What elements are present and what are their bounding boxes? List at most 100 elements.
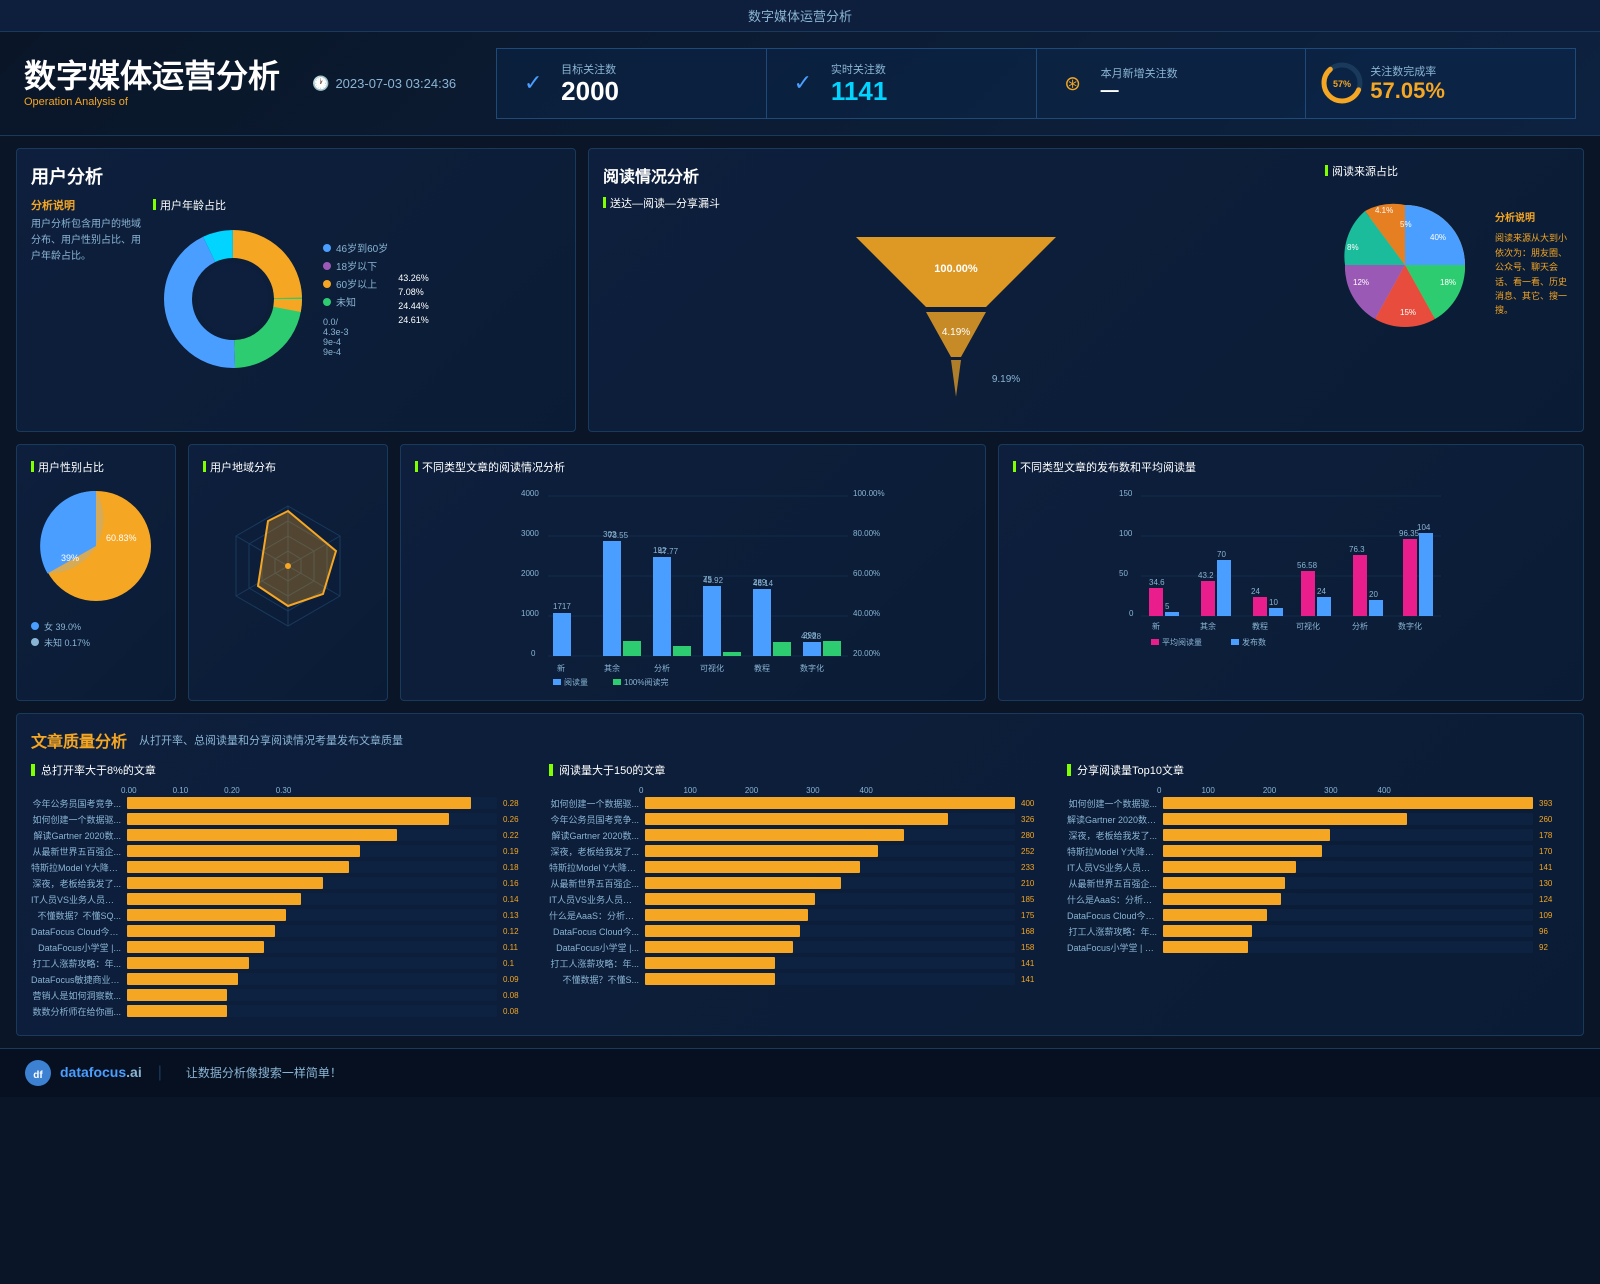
footer-logo: df datafocus.ai [24,1059,142,1087]
gender-title: 用户性别占比 [31,459,161,475]
list-item: IT人员VS业务人员沟...141 [1067,861,1569,874]
svg-text:0: 0 [531,649,536,658]
list-item: 今年公务员国考竞争...326 [549,813,1051,826]
svg-text:分析: 分析 [654,663,670,673]
open-rate-section: 总打开率大于8%的文章 0.00 0.10 0.20 0.30 今年公务员国考竞… [31,762,533,1021]
bar-fill [127,861,349,873]
datafocus-logo-icon: df [24,1059,52,1087]
share-top-bars: 如何创建一个数据驱...393解读Gartner 2020数据...260深夜，… [1067,797,1569,954]
bar-fill [645,797,1015,809]
source-pie-chart: 40% 18% 15% 12% 8% 4.1% 5% [1325,185,1485,345]
bar-fill [127,893,301,905]
svg-text:75: 75 [703,575,712,584]
stat-value-target: 2000 [561,77,619,106]
svg-text:教程: 教程 [1252,621,1268,631]
bar-fill [1163,893,1281,905]
list-item: 什么是AaaS：分析即...175 [549,909,1051,922]
article-read-chart: 4000 3000 2000 1000 0 100.00% 80.00% 60.… [415,481,971,681]
list-item: 数数分析师在给你画...0.08 [31,1005,533,1018]
footer-separator: | [158,1064,162,1082]
bar-fill [127,845,360,857]
bar-fill [1163,813,1407,825]
bar-fill [127,973,238,985]
bar-fill [1163,845,1322,857]
article-publish-chart: 150 100 50 0 34.6 5 43.2 [1013,481,1569,681]
list-item: 营销人是如何洞察数...0.08 [31,989,533,1002]
header-title-section: 数字媒体运营分析 Operation Analysis of [24,59,280,108]
svg-text:数字化: 数字化 [1398,621,1422,631]
svg-text:新: 新 [557,663,565,673]
share-top-section: 分享阅读量Top10文章 0 100 200 300 400 如何创建一个数据驱… [1067,762,1569,1021]
user-analysis-title: 用户分析 [31,163,103,189]
bar-track [127,957,497,969]
bar-fill [645,973,775,985]
bar-track [1163,861,1533,873]
svg-text:57%: 57% [1333,79,1351,89]
bar-fill [645,877,841,889]
article-read-title: 不同类型文章的阅读情况分析 [415,459,971,475]
article-quality-section: 文章质量分析 从打开率、总阅读量和分享阅读情况考量发布文章质量 总打开率大于8%… [16,713,1584,1036]
stat-icon-layers: ⊛ [1057,67,1089,99]
header-stats: ✓ 目标关注数 2000 ✓ 实时关注数 1141 ⊛ 本月新增关注数 — [496,48,1576,119]
list-item: 特斯拉Model Y大降价...170 [1067,845,1569,858]
svg-text:8%: 8% [1347,243,1359,252]
bar-track [645,893,1015,905]
svg-text:302: 302 [603,530,617,539]
svg-text:70: 70 [1217,550,1226,559]
funnel-title: 送达—阅读—分享漏斗 [603,195,1309,211]
stat-content-new: 本月新增关注数 — [1101,65,1178,101]
svg-text:100.00%: 100.00% [934,263,978,275]
list-item: DataFocus Cloud今日...0.12 [31,925,533,938]
list-item: IT人员VS业务人员沟...185 [549,893,1051,906]
svg-text:9.19%: 9.19% [992,374,1020,385]
svg-text:教程: 教程 [754,663,770,673]
article-read-panel: 不同类型文章的阅读情况分析 4000 3000 2000 1000 0 100.… [400,444,986,701]
list-item: 解读Gartner 2020数...280 [549,829,1051,842]
bar-track [1163,941,1533,953]
age-chart-title: 用户年龄占比 [153,197,561,213]
analysis-section-label: 分析说明 [31,197,141,213]
svg-text:4000: 4000 [521,489,539,498]
bar-track [645,861,1015,873]
svg-text:20.00%: 20.00% [853,649,880,658]
list-item: 从最新世界五百强企...0.19 [31,845,533,858]
bar-fill [1163,925,1252,937]
bar-track [127,877,497,889]
footer-brand: datafocus.ai [60,1064,142,1080]
read-count-title: 阅读量大于150的文章 [549,762,1051,778]
source-title: 阅读来源占比 [1325,163,1569,179]
bar-fill [1163,909,1267,921]
svg-text:3000: 3000 [521,529,539,538]
share-top-axis: 0 100 200 300 400 [1157,786,1569,795]
age-donut-chart [153,219,313,379]
stat-content-target: 目标关注数 2000 [561,61,619,106]
bar-track [1163,845,1533,857]
svg-text:发布数: 发布数 [1242,637,1266,647]
read-count-section: 阅读量大于150的文章 0 100 200 300 400 如何创建一个数据驱.… [549,762,1051,1021]
svg-text:76.3: 76.3 [1349,545,1365,554]
bar-fill [127,877,323,889]
list-item: 特斯拉Model Y大降价...0.18 [31,861,533,874]
gender-panel: 用户性别占比 60.83% 39% 女 39.0% 未知 0.17% [16,444,176,701]
footer-tagline: 让数据分析像搜索一样简单！ [186,1064,342,1081]
svg-text:60.83%: 60.83% [106,533,137,543]
article-publish-panel: 不同类型文章的发布数和平均阅读量 150 100 50 0 34.6 [998,444,1584,701]
bar-track [645,829,1015,841]
bar-track [127,925,497,937]
svg-text:20: 20 [1369,590,1378,599]
list-item: 什么是AaaS：分析探...124 [1067,893,1569,906]
header-datetime: 🕐 2023-07-03 03:24:36 [312,75,456,92]
open-rate-title: 总打开率大于8%的文章 [31,762,533,778]
user-analysis-panel: 用户分析 分析说明 用户分析包含用户的地域分布、用户性别占比、用户年龄占比。 用… [16,148,576,432]
bar-track [127,797,497,809]
svg-text:4.19%: 4.19% [942,327,970,338]
bar-track [127,893,497,905]
bar-track [127,829,497,841]
svg-text:298: 298 [803,631,817,640]
svg-text:100%阅读完: 100%阅读完 [624,677,668,687]
bar-fill [127,925,275,937]
stat-value-new: — [1101,81,1178,101]
list-item: DataFocus Cloud今...168 [549,925,1051,938]
bar-fill [127,989,227,1001]
reading-analysis-panel: 阅读情况分析 送达—阅读—分享漏斗 [588,148,1584,432]
